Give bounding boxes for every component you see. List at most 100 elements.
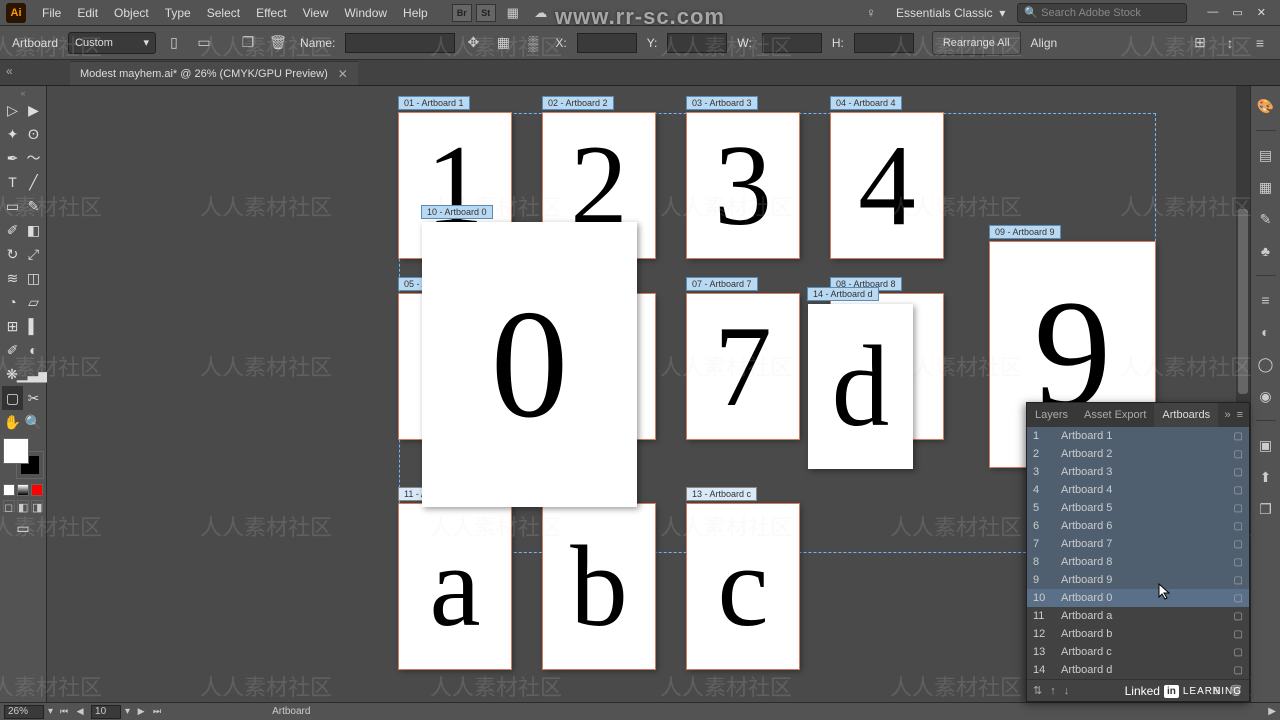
portrait-icon[interactable]: ▯ (162, 31, 186, 55)
artboard-options-icon[interactable]: ▢ (1234, 665, 1243, 676)
blend-tool[interactable]: ◐ (23, 338, 44, 362)
panel-tab-asset-export[interactable]: Asset Export (1076, 403, 1154, 427)
zoom-input[interactable] (4, 705, 44, 719)
first-artboard-icon[interactable]: ⏮ (57, 705, 71, 719)
artboard-options-icon[interactable]: ▢ (1234, 467, 1243, 478)
tips-icon[interactable]: ♀ (860, 2, 882, 24)
registration-icon[interactable]: ▒ (521, 31, 545, 55)
w-input[interactable] (762, 33, 822, 53)
artboard-nav-dropdown-icon[interactable]: ▾ (125, 706, 130, 717)
artboard-row[interactable]: 13Artboard c▢ (1027, 643, 1249, 661)
artboard-row[interactable]: 11Artboard a▢ (1027, 607, 1249, 625)
close-button[interactable]: ✕ (1257, 6, 1266, 19)
minimize-button[interactable]: — (1207, 6, 1218, 19)
artboard-row[interactable]: 1Artboard 1▢ (1027, 427, 1249, 445)
artboard-13[interactable]: 13 - Artboard cc (687, 504, 799, 669)
symbols-panel-icon[interactable]: ♣ (1256, 241, 1276, 261)
artboard-12[interactable]: 12 - Artboard bb (543, 504, 655, 669)
slice-tool[interactable]: ✂ (23, 386, 44, 410)
color-panel-icon[interactable]: 🎨 (1256, 96, 1276, 116)
artboard-label[interactable]: 07 - Artboard 7 (686, 277, 758, 291)
properties-panel-icon[interactable]: ▤ (1256, 145, 1276, 165)
artboard-14[interactable]: 14 - Artboard dd (808, 304, 913, 469)
scroll-right-icon[interactable]: ▶ (1268, 706, 1276, 717)
width-tool[interactable]: ≋ (2, 266, 23, 290)
artboards-panel-icon[interactable]: ❐ (1256, 499, 1276, 519)
swatches-panel-icon[interactable]: ▦ (1256, 177, 1276, 197)
zoom-tool[interactable]: 🔍 (23, 410, 44, 434)
panel-menu-icon[interactable]: ≡ (1248, 31, 1272, 55)
document-tab[interactable]: Modest mayhem.ai* @ 26% (CMYK/GPU Previe… (70, 61, 358, 85)
preset-select[interactable]: Custom▾ (68, 32, 156, 54)
panel-tab-artboards[interactable]: Artboards (1154, 403, 1218, 427)
rectangle-tool[interactable]: ▭ (2, 194, 23, 218)
menu-type[interactable]: Type (157, 2, 199, 24)
asset-export-icon[interactable]: ⬆ (1256, 467, 1276, 487)
free-transform-tool[interactable]: ◫ (23, 266, 44, 290)
artboard-tool[interactable]: ▢ (2, 386, 23, 410)
layers-panel-icon[interactable]: ▣ (1256, 435, 1276, 455)
menu-help[interactable]: Help (395, 2, 436, 24)
h-input[interactable] (854, 33, 914, 53)
panel-collapse-icon[interactable]: » (1224, 409, 1230, 421)
fill-stroke-control[interactable] (3, 438, 43, 478)
menu-edit[interactable]: Edit (69, 2, 106, 24)
panel-menu-icon[interactable]: ≡ (1237, 409, 1243, 421)
tab-close-icon[interactable]: ✕ (338, 67, 348, 81)
panel-tab-layers[interactable]: Layers (1027, 403, 1076, 427)
next-artboard-icon[interactable]: ▶ (134, 705, 148, 719)
shaper-tool[interactable]: ✐ (2, 218, 23, 242)
transparency-panel-icon[interactable]: ◯ (1256, 354, 1276, 374)
delete-artboard-icon[interactable]: 🗑 (266, 31, 290, 55)
artboard-10[interactable]: 10 - Artboard 00 (422, 222, 637, 507)
menu-view[interactable]: View (295, 2, 337, 24)
artboard-label[interactable]: 03 - Artboard 3 (686, 96, 758, 110)
search-stock-input[interactable]: 🔍 Search Adobe Stock (1017, 3, 1187, 23)
artboard-row[interactable]: 7Artboard 7▢ (1027, 535, 1249, 553)
artboard-options-icon[interactable]: ▢ (1234, 431, 1243, 442)
selection-tool[interactable]: ▷ (2, 98, 23, 122)
artboard-options-icon[interactable]: ▢ (1234, 503, 1243, 514)
artboard-row[interactable]: 8Artboard 8▢ (1027, 553, 1249, 571)
artboard-4[interactable]: 04 - Artboard 44 (831, 113, 943, 258)
artboard-label[interactable]: 10 - Artboard 0 (421, 205, 493, 219)
mesh-tool[interactable]: ⊞ (2, 314, 23, 338)
brushes-panel-icon[interactable]: ✎ (1256, 209, 1276, 229)
artboard-row[interactable]: 2Artboard 2▢ (1027, 445, 1249, 463)
new-artboard-icon[interactable]: ❐ (236, 31, 260, 55)
gradient-panel-icon[interactable]: ◐ (1256, 322, 1276, 342)
eraser-tool[interactable]: ◧ (23, 218, 44, 242)
artboard-3[interactable]: 03 - Artboard 33 (687, 113, 799, 258)
artboard-label[interactable]: 14 - Artboard d (807, 287, 879, 301)
artboard-label[interactable]: 09 - Artboard 9 (989, 225, 1061, 239)
artboard-row[interactable]: 14Artboard d▢ (1027, 661, 1249, 679)
artboard-row[interactable]: 5Artboard 5▢ (1027, 499, 1249, 517)
magic-wand-tool[interactable]: ✦ (2, 122, 23, 146)
column-graph-tool[interactable]: ▁▃▅ (22, 362, 44, 386)
line-tool[interactable]: ╱ (23, 170, 44, 194)
menu-object[interactable]: Object (106, 2, 157, 24)
artboard-11[interactable]: 11 - Artboard aa (399, 504, 511, 669)
shape-builder-tool[interactable]: ◔ (2, 290, 23, 314)
artboard-row[interactable]: 9Artboard 9▢ (1027, 571, 1249, 589)
tab-options-icon[interactable]: « (6, 64, 13, 78)
artboard-label[interactable]: 04 - Artboard 4 (830, 96, 902, 110)
artboard-label[interactable]: 13 - Artboard c (686, 487, 757, 501)
artboard-row[interactable]: 6Artboard 6▢ (1027, 517, 1249, 535)
pen-tool[interactable]: ✒ (2, 146, 23, 170)
cloud-icon[interactable]: ☁ (530, 2, 552, 24)
artboard-row[interactable]: 4Artboard 4▢ (1027, 481, 1249, 499)
artboards-panel[interactable]: LayersAsset ExportArtboards » ≡ 1Artboard … (1026, 402, 1250, 702)
artboard-options-icon[interactable]: ▢ (1234, 575, 1243, 586)
artboard-options-icon[interactable]: ▢ (1234, 449, 1243, 460)
maximize-button[interactable]: ▭ (1232, 6, 1242, 19)
reference-point-icon[interactable]: ▦ (491, 31, 515, 55)
grid-view-icon[interactable]: ⊞ (1188, 31, 1212, 55)
artboard-options-icon[interactable]: ▢ (1234, 539, 1243, 550)
artboard-options-icon[interactable]: ▢ (1234, 593, 1243, 604)
artboard-name-input[interactable] (345, 33, 455, 53)
menu-effect[interactable]: Effect (248, 2, 294, 24)
draw-normal-icon[interactable]: ◻ (3, 500, 15, 512)
menu-window[interactable]: Window (336, 2, 395, 24)
lasso-tool[interactable]: ʘ (23, 122, 44, 146)
